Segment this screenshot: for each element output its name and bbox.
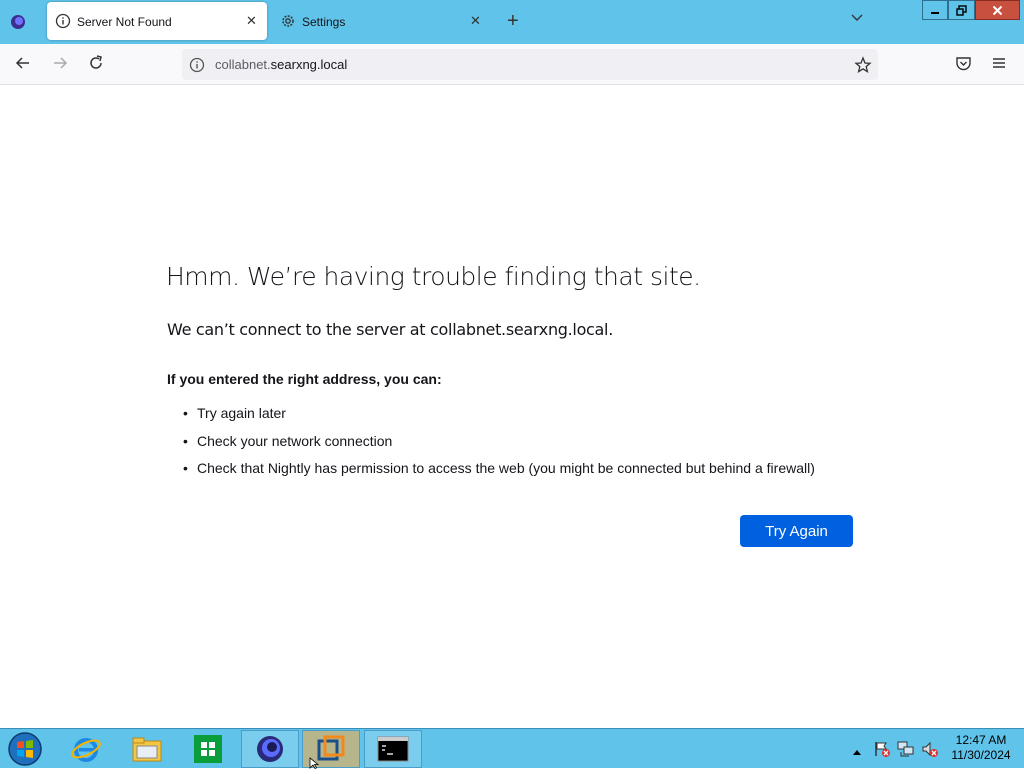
try-again-button[interactable]: Try Again bbox=[740, 515, 853, 547]
list-item: Check that Nightly has permission to acc… bbox=[183, 460, 815, 488]
taskbar: 12:47 AM 11/30/2024 bbox=[0, 728, 1024, 768]
tab-title: Server Not Found bbox=[77, 15, 172, 29]
store-icon[interactable] bbox=[179, 730, 237, 768]
close-tab-icon[interactable]: ✕ bbox=[246, 13, 257, 29]
minimize-icon[interactable] bbox=[922, 0, 948, 20]
bookmark-star-icon[interactable] bbox=[854, 56, 872, 79]
close-tab-icon[interactable]: ✕ bbox=[470, 13, 481, 29]
pocket-icon[interactable] bbox=[955, 55, 972, 77]
action-center-icon[interactable] bbox=[873, 740, 891, 763]
back-icon[interactable] bbox=[14, 54, 32, 77]
new-tab-icon[interactable]: + bbox=[507, 10, 519, 33]
list-item: Try again later bbox=[183, 405, 815, 433]
network-icon[interactable] bbox=[897, 740, 915, 763]
navigation-toolbar: collabnet.searxng.local bbox=[0, 44, 1024, 85]
start-orb-icon[interactable] bbox=[0, 730, 50, 768]
forward-icon[interactable] bbox=[51, 54, 69, 77]
gear-icon bbox=[280, 13, 296, 32]
menu-icon[interactable] bbox=[991, 55, 1007, 76]
close-icon[interactable] bbox=[975, 0, 1020, 20]
volume-muted-icon[interactable] bbox=[921, 740, 939, 763]
site-info-icon[interactable] bbox=[189, 57, 205, 78]
url-bar[interactable]: collabnet.searxng.local bbox=[182, 49, 878, 80]
mouse-cursor-icon bbox=[309, 756, 320, 774]
clock-time: 12:47 AM bbox=[955, 733, 1007, 747]
list-all-tabs-icon[interactable] bbox=[850, 10, 864, 29]
error-description: We can’t connect to the server at collab… bbox=[167, 320, 613, 339]
error-title: Hmm. We’re having trouble finding that s… bbox=[166, 262, 701, 291]
url-text[interactable]: collabnet.searxng.local bbox=[215, 57, 347, 72]
url-host: searxng.local bbox=[270, 57, 348, 72]
tab-strip: Server Not Found ✕ Settings ✕ + bbox=[0, 0, 1024, 44]
clock[interactable]: 12:47 AM 11/30/2024 bbox=[947, 733, 1015, 763]
file-explorer-icon[interactable] bbox=[118, 730, 176, 768]
reload-icon[interactable] bbox=[87, 54, 105, 77]
list-item: Check your network connection bbox=[183, 433, 815, 461]
info-icon bbox=[55, 13, 71, 32]
suggestion-list: Try again later Check your network conne… bbox=[183, 405, 815, 488]
url-prefix: collabnet. bbox=[215, 57, 271, 72]
tab-server-not-found[interactable]: Server Not Found ✕ bbox=[47, 2, 267, 40]
tab-title: Settings bbox=[302, 15, 346, 29]
show-hidden-icons-icon[interactable] bbox=[852, 743, 862, 761]
clock-date: 11/30/2024 bbox=[951, 748, 1011, 762]
firefox-view-icon[interactable] bbox=[8, 12, 28, 32]
firefox-nightly-icon[interactable] bbox=[241, 730, 299, 768]
tab-settings[interactable]: Settings ✕ bbox=[270, 2, 490, 40]
error-subheading: If you entered the right address, you ca… bbox=[167, 371, 442, 387]
internet-explorer-icon[interactable] bbox=[57, 730, 115, 768]
restore-icon[interactable] bbox=[948, 0, 975, 20]
command-prompt-icon[interactable] bbox=[364, 730, 422, 768]
